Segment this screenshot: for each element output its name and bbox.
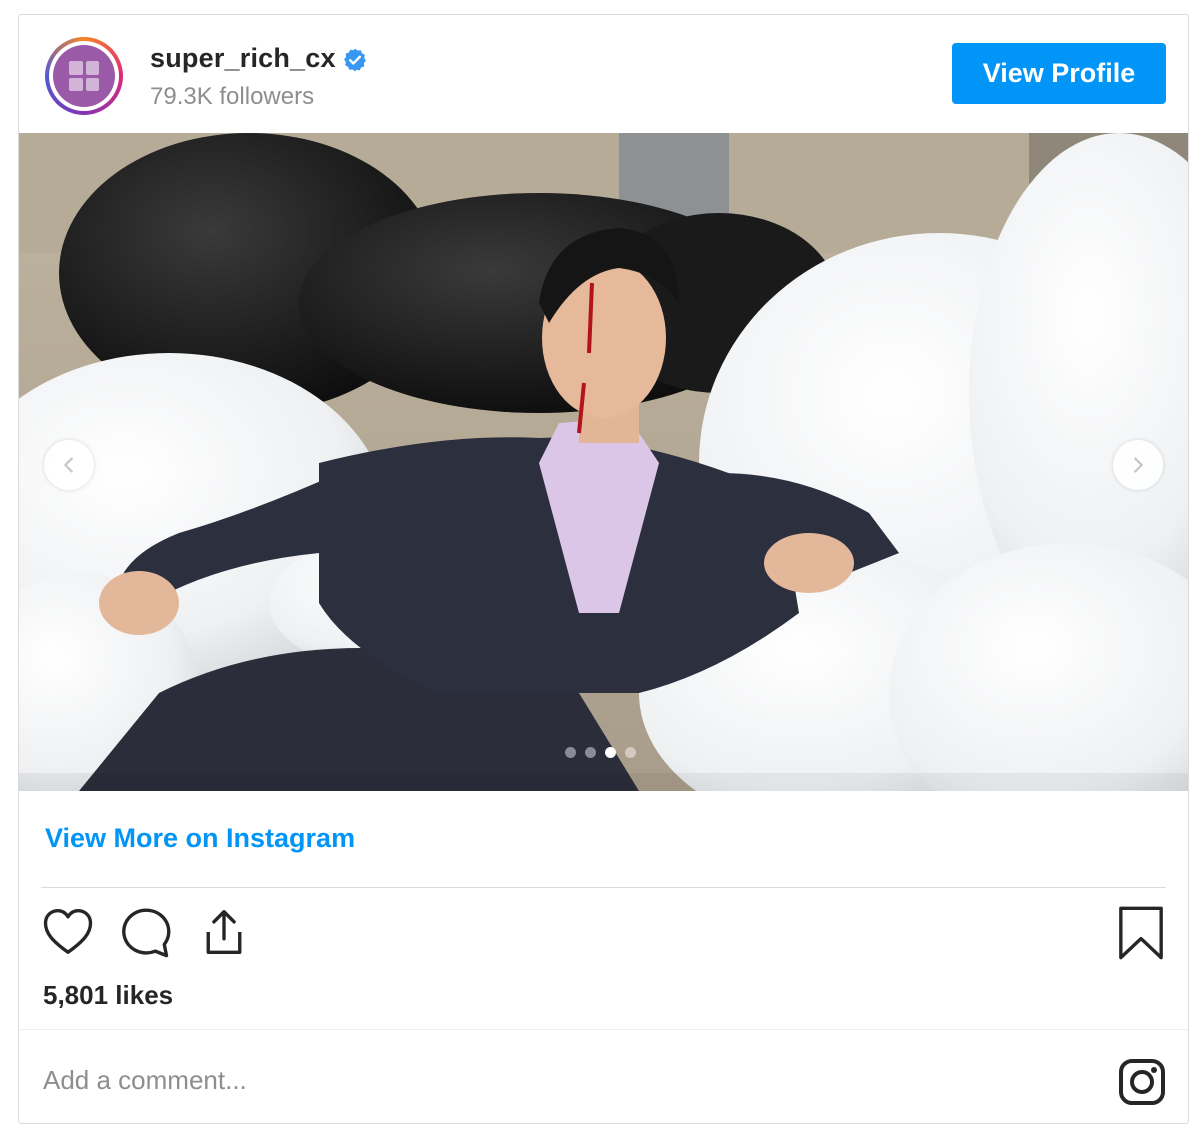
- carousel-next-button[interactable]: [1113, 440, 1163, 490]
- avatar[interactable]: [45, 37, 123, 115]
- share-icon[interactable]: [197, 905, 251, 959]
- carousel-prev-button[interactable]: [44, 440, 94, 490]
- carousel-dot: [565, 747, 576, 758]
- carousel-indicator: [565, 747, 636, 758]
- avatar-logo-icon: [69, 61, 99, 91]
- heart-icon[interactable]: [41, 905, 95, 959]
- comment-input[interactable]: [41, 1057, 945, 1103]
- instagram-embed-card: super_rich_cx 79.3K followers View Profi…: [18, 14, 1189, 1124]
- follower-count: 79.3K followers: [150, 83, 315, 110]
- username[interactable]: super_rich_cx: [150, 43, 336, 74]
- divider: [41, 887, 1166, 888]
- chevron-left-icon: [64, 457, 73, 473]
- verified-badge-icon: [344, 48, 366, 72]
- post-photo[interactable]: [19, 133, 1188, 791]
- comment-bar: [19, 1029, 1188, 1126]
- post-header: super_rich_cx 79.3K followers View Profi…: [19, 15, 1188, 133]
- like-count[interactable]: 5,801 likes: [43, 980, 173, 1011]
- view-more-link[interactable]: View More on Instagram: [45, 823, 355, 854]
- carousel-dot: [605, 747, 616, 758]
- action-bar: [19, 905, 1188, 965]
- avatar-frame: [49, 41, 119, 111]
- chevron-right-icon: [1134, 457, 1143, 473]
- bookmark-icon[interactable]: [1116, 905, 1166, 961]
- carousel-dot: [625, 747, 636, 758]
- carousel-dot: [585, 747, 596, 758]
- avatar-image: [53, 45, 115, 107]
- view-profile-button[interactable]: View Profile: [952, 43, 1166, 104]
- post-image: [19, 133, 1188, 791]
- instagram-logo-icon[interactable]: [1118, 1058, 1166, 1106]
- comment-bubble-icon[interactable]: [117, 905, 171, 959]
